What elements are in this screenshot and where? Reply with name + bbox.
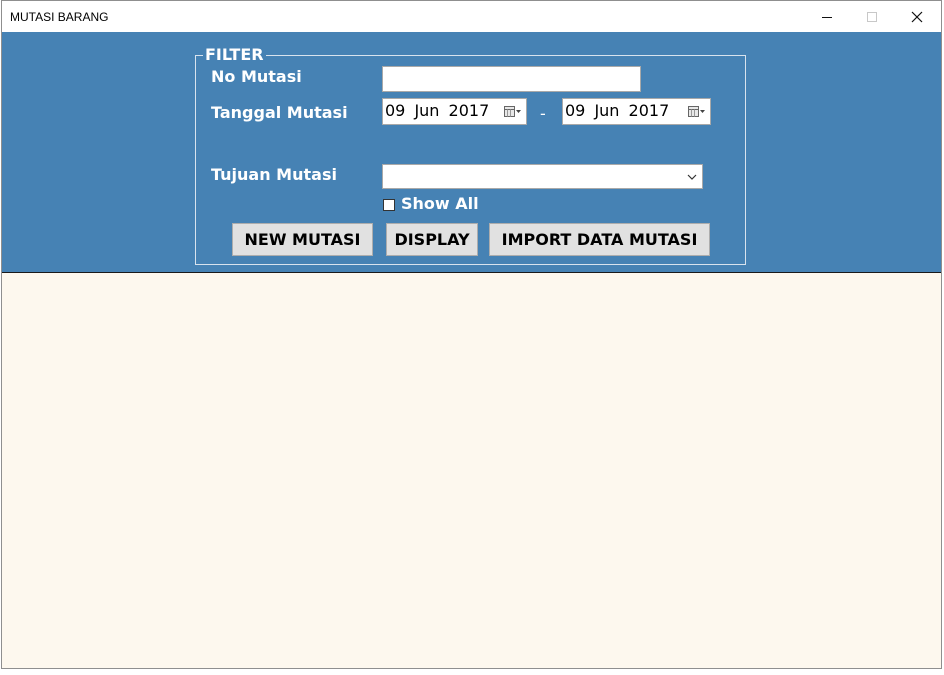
mutasi-barang-window: MUTASI BARANG FILTER No Mutasi Tanggal M…: [1, 0, 942, 669]
title-bar[interactable]: MUTASI BARANG: [2, 1, 941, 32]
window-title: MUTASI BARANG: [10, 10, 109, 24]
show-all-label[interactable]: Show All: [401, 194, 479, 213]
date-separator: -: [540, 104, 546, 123]
no-mutasi-label: No Mutasi: [211, 67, 302, 86]
tujuan-mutasi-label: Tujuan Mutasi: [211, 165, 337, 184]
calendar-dropdown-icon[interactable]: [688, 106, 706, 118]
maximize-icon: [866, 11, 877, 22]
minimize-button[interactable]: [804, 1, 849, 32]
results-area: [2, 273, 941, 668]
filter-panel: FILTER No Mutasi Tanggal Mutasi 09 Jun 2…: [2, 32, 941, 273]
minimize-icon: [821, 16, 832, 18]
tujuan-mutasi-combobox[interactable]: [382, 164, 703, 189]
filter-legend: FILTER: [205, 45, 264, 64]
display-button[interactable]: DISPLAY: [386, 223, 478, 256]
no-mutasi-input[interactable]: [382, 66, 641, 92]
date-from-value: 09 Jun 2017: [385, 101, 490, 120]
maximize-button[interactable]: [849, 1, 894, 32]
tanggal-mutasi-label: Tanggal Mutasi: [211, 103, 348, 122]
import-data-mutasi-button[interactable]: IMPORT DATA MUTASI: [489, 223, 710, 256]
show-all-checkbox[interactable]: [383, 199, 395, 211]
date-to-picker[interactable]: 09 Jun 2017: [562, 98, 711, 125]
chevron-down-icon: [687, 174, 697, 180]
date-to-value: 09 Jun 2017: [565, 101, 670, 120]
new-mutasi-button[interactable]: NEW MUTASI: [232, 223, 373, 256]
calendar-dropdown-icon[interactable]: [504, 106, 522, 118]
close-icon: [911, 11, 922, 22]
date-from-picker[interactable]: 09 Jun 2017: [382, 98, 527, 125]
close-button[interactable]: [894, 1, 939, 32]
